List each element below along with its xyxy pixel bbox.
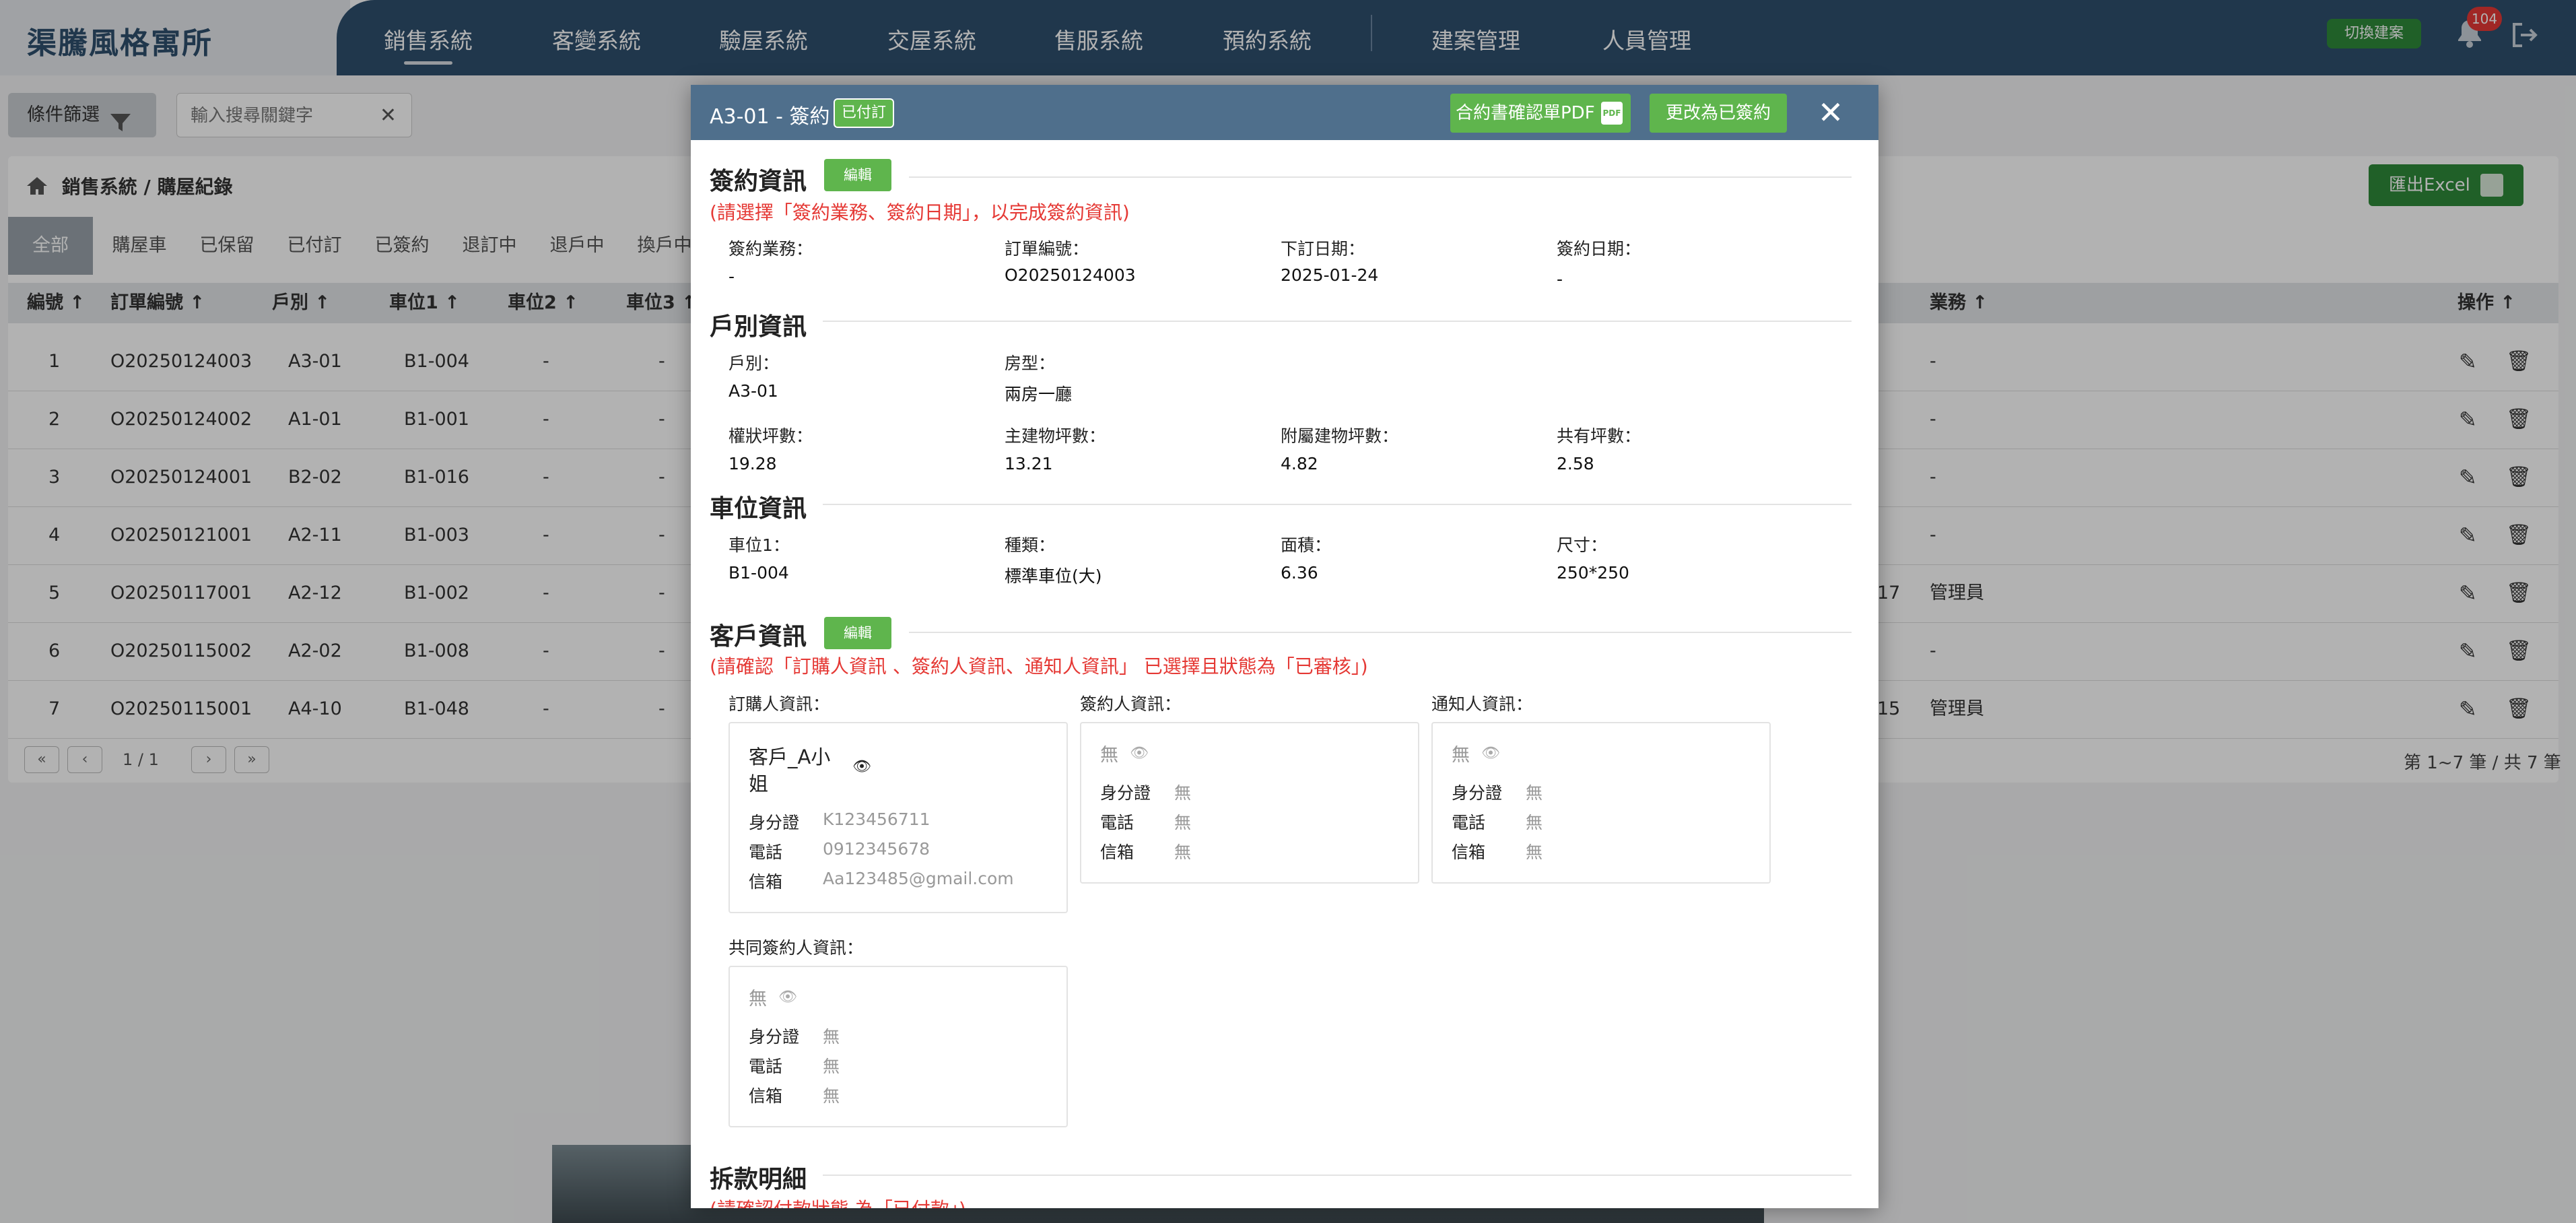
- order-date-value: 2025-01-24: [1281, 265, 1379, 285]
- order-no-label: 訂單編號：: [1005, 239, 1089, 259]
- cosigner-name: 無: [749, 989, 767, 1010]
- notifier-id-value: 無: [1526, 783, 1543, 803]
- pdf-icon: PDF: [1601, 102, 1623, 125]
- pdf-label: 合約書確認單PDF: [1456, 103, 1595, 123]
- sign-date-value: -: [1557, 269, 1563, 289]
- modal-header: A3-01 - 簽約 已付訂 合約書確認單PDF PDF 更改為已簽約 ✕: [691, 85, 1878, 140]
- eye-icon[interactable]: 👁: [1130, 745, 1149, 762]
- sign-section-title: 簽約資訊: [710, 168, 807, 195]
- signer-card[interactable]: 無 👁 身分證 無 電話 無 信箱 無: [1080, 722, 1419, 884]
- buyer-email-label: 信箱: [749, 872, 783, 892]
- customer-warning: (請確認「訂購人資訊 、簽約人資訊、通知人資訊」 已選擇且狀態為「已審核」): [710, 655, 1368, 677]
- room-type-value: 兩房一廳: [1005, 385, 1073, 404]
- order-date-label: 下訂日期：: [1281, 239, 1365, 259]
- buyer-label: 訂購人資訊：: [728, 694, 830, 714]
- main-area-value: 13.21: [1005, 454, 1053, 473]
- shared-area-value: 2.58: [1557, 454, 1594, 473]
- notifier-name: 無: [1452, 745, 1470, 766]
- parking-no-value: B1-004: [728, 563, 789, 583]
- order-no-value: O20250124003: [1005, 265, 1136, 285]
- sign-section-divider: [909, 176, 1852, 178]
- customer-section-title: 客戶資訊: [710, 623, 807, 651]
- buyer-card[interactable]: 客戶_A小姐 👁 身分證 K123456711 電話 0912345678 信箱…: [728, 722, 1068, 913]
- main-area-label: 主建物坪數：: [1005, 426, 1106, 446]
- payment-section-title: 拆款明細: [710, 1166, 807, 1193]
- parking-section-title: 車位資訊: [710, 495, 807, 523]
- notifier-phone-value: 無: [1526, 813, 1543, 832]
- eye-icon[interactable]: 👁: [1481, 745, 1500, 762]
- status-badge: 已付訂: [834, 98, 895, 128]
- parking-type-label: 種類：: [1005, 535, 1056, 555]
- payment-warning: (請確認付款狀態 為「已付款」): [710, 1195, 966, 1208]
- cosigner-card[interactable]: 無 👁 身分證 無 電話 無 信箱 無: [728, 966, 1068, 1127]
- notifier-card[interactable]: 無 👁 身分證 無 電話 無 信箱 無: [1431, 722, 1771, 884]
- signer-email-value: 無: [1174, 842, 1192, 862]
- title-area-label: 權狀坪數：: [728, 426, 813, 446]
- room-type-label: 房型：: [1005, 354, 1056, 373]
- parking-section-divider: [823, 504, 1852, 505]
- sign-date-label: 簽約日期：: [1557, 239, 1641, 259]
- sign-edit-button[interactable]: 編輯: [824, 159, 891, 191]
- cosigner-id-label: 身分證: [749, 1027, 800, 1047]
- sign-sales-value: -: [728, 267, 735, 286]
- cosigner-phone-value: 無: [823, 1057, 840, 1076]
- parking-type-value: 標準車位(大): [1005, 566, 1102, 586]
- eye-icon[interactable]: 👁: [778, 989, 797, 1005]
- signer-email-label: 信箱: [1100, 842, 1134, 862]
- signer-id-value: 無: [1174, 783, 1192, 803]
- buyer-id-label: 身分證: [749, 813, 800, 832]
- buyer-name: 客戶_A小姐: [749, 746, 831, 795]
- annex-area-label: 附屬建物坪數：: [1281, 426, 1399, 446]
- unit-section-title: 戶別資訊: [710, 313, 807, 341]
- eye-icon[interactable]: 👁: [852, 758, 871, 775]
- sign-sales-label: 簽約業務：: [728, 239, 813, 259]
- buyer-phone-label: 電話: [749, 842, 783, 862]
- app: 渠騰風格寓所 銷售系統 客變系統 驗屋系統 交屋系統 售服系統 預約系統 建案管…: [0, 0, 2576, 1223]
- parking-size-label: 尺寸：: [1557, 535, 1608, 555]
- cosigner-email-value: 無: [823, 1086, 840, 1106]
- notifier-email-value: 無: [1526, 842, 1543, 862]
- notifier-label: 通知人資訊：: [1431, 694, 1533, 714]
- mark-signed-button[interactable]: 更改為已簽約: [1650, 94, 1787, 133]
- cosigner-phone-label: 電話: [749, 1057, 783, 1076]
- unit-section-divider: [823, 321, 1852, 322]
- notifier-email-label: 信箱: [1452, 842, 1486, 862]
- notifier-phone-label: 電話: [1452, 813, 1486, 832]
- contract-pdf-button[interactable]: 合約書確認單PDF PDF: [1450, 94, 1631, 133]
- payment-section-divider: [823, 1175, 1852, 1176]
- buyer-id-value: K123456711: [823, 809, 930, 829]
- customer-edit-button[interactable]: 編輯: [824, 617, 891, 649]
- modal-title: A3-01 - 簽約: [710, 105, 830, 129]
- parking-area-label: 面積：: [1281, 535, 1332, 555]
- close-icon[interactable]: ✕: [1814, 96, 1848, 129]
- annex-area-value: 4.82: [1281, 454, 1318, 473]
- parking-size-value: 250*250: [1557, 563, 1629, 583]
- parking-no-label: 車位1：: [728, 535, 790, 555]
- contract-modal: A3-01 - 簽約 已付訂 合約書確認單PDF PDF 更改為已簽約 ✕ 簽約…: [691, 85, 1878, 1208]
- unit-value: A3-01: [728, 381, 778, 401]
- signer-label: 簽約人資訊：: [1080, 694, 1182, 714]
- cosigner-email-label: 信箱: [749, 1086, 783, 1106]
- cosigner-id-value: 無: [823, 1027, 840, 1047]
- signer-phone-value: 無: [1174, 813, 1192, 832]
- signer-name: 無: [1100, 745, 1118, 766]
- shared-area-label: 共有坪數：: [1557, 426, 1641, 446]
- parking-area-value: 6.36: [1281, 563, 1318, 583]
- unit-label: 戶別：: [728, 354, 780, 373]
- cosigner-label: 共同簽約人資訊：: [728, 938, 864, 958]
- title-area-value: 19.28: [728, 454, 777, 473]
- notifier-id-label: 身分證: [1452, 783, 1503, 803]
- customer-section-divider: [909, 632, 1852, 633]
- buyer-phone-value: 0912345678: [823, 839, 930, 859]
- buyer-email-value: Aa123485@gmail.com: [823, 869, 1014, 888]
- signer-phone-label: 電話: [1100, 813, 1134, 832]
- sign-warning: (請選擇「簽約業務、簽約日期」，以完成簽約資訊): [710, 201, 1130, 224]
- signer-id-label: 身分證: [1100, 783, 1151, 803]
